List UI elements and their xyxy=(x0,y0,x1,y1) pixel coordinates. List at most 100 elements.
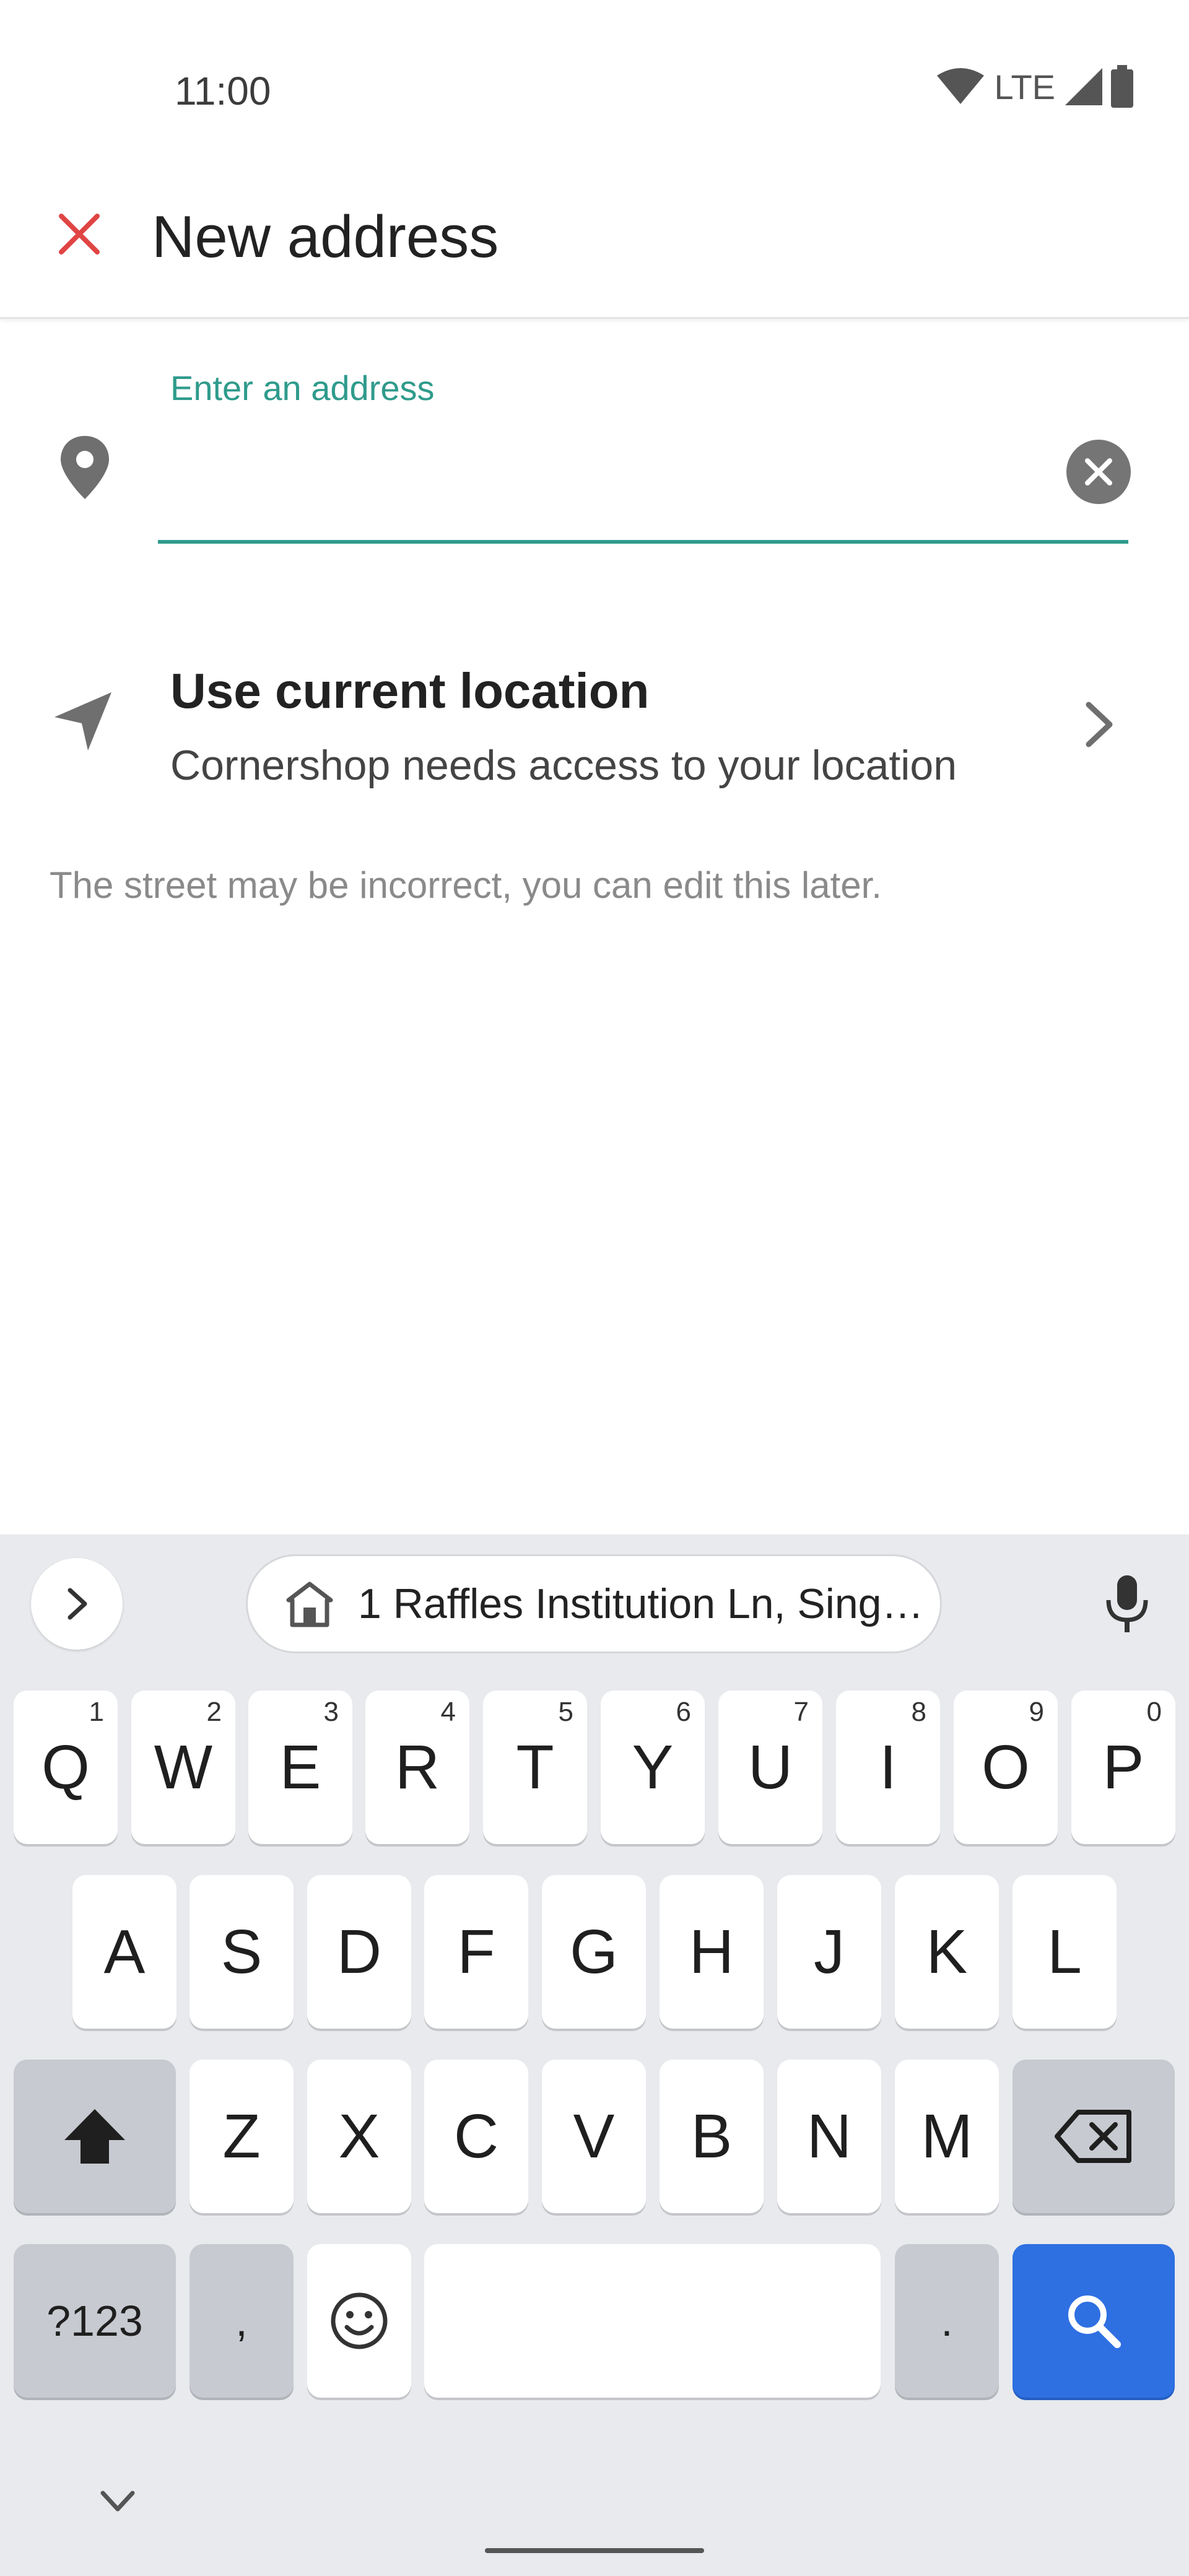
hide-keyboard-icon[interactable] xyxy=(93,2483,142,2520)
key-e[interactable]: 3E xyxy=(248,1690,352,1844)
comma-key[interactable]: , xyxy=(189,2244,294,2398)
key-p[interactable]: 0P xyxy=(1071,1690,1175,1844)
key-n[interactable]: N xyxy=(777,2060,881,2213)
key-j[interactable]: J xyxy=(777,1875,881,2029)
clear-icon xyxy=(1085,458,1112,485)
backspace-icon xyxy=(1055,2110,1131,2163)
key-label: Z xyxy=(222,2101,261,2171)
key-s[interactable]: S xyxy=(189,1875,294,2029)
key-label: S xyxy=(220,1917,263,1986)
key-z[interactable]: Z xyxy=(189,2060,294,2213)
address-input[interactable] xyxy=(158,433,1058,528)
current-location-title: Use current location xyxy=(170,663,650,718)
key-label: H xyxy=(689,1917,734,1986)
network-type: LTE xyxy=(994,67,1055,107)
key-label: U xyxy=(747,1732,793,1802)
backspace-key[interactable] xyxy=(1013,2060,1175,2213)
key-y[interactable]: 6Y xyxy=(601,1690,705,1844)
page-title: New address xyxy=(152,204,499,270)
status-time: 11:00 xyxy=(175,69,271,113)
key-v[interactable]: V xyxy=(542,2060,646,2213)
suggestion-text: 1 Raffles Institution Ln, Sing… xyxy=(358,1580,924,1627)
key-label: Q xyxy=(41,1732,90,1802)
key-hint: 7 xyxy=(793,1697,809,1727)
key-x[interactable]: X xyxy=(307,2060,411,2213)
key-label: J xyxy=(814,1917,845,1986)
key-t[interactable]: 5T xyxy=(483,1690,587,1844)
key-label: G xyxy=(570,1917,618,1986)
address-input-underline xyxy=(158,540,1128,544)
street-hint-text: The street may be incorrect, you can edi… xyxy=(50,864,882,906)
key-label: C xyxy=(453,2101,499,2171)
space-key[interactable] xyxy=(424,2244,881,2398)
key-hint: 2 xyxy=(206,1697,222,1727)
key-w[interactable]: 2W xyxy=(131,1690,235,1844)
current-location-subtitle: Cornershop needs access to your location xyxy=(170,742,957,789)
key-label: F xyxy=(457,1917,495,1986)
key-hint: 8 xyxy=(911,1697,926,1727)
key-label: X xyxy=(338,2101,380,2171)
home-icon xyxy=(286,1582,333,1627)
key-label: T xyxy=(516,1732,554,1802)
key-label: E xyxy=(279,1732,321,1802)
close-button[interactable] xyxy=(50,204,109,264)
key-label: N xyxy=(806,2101,852,2171)
address-suggestion-chip[interactable]: 1 Raffles Institution Ln, Sing… xyxy=(246,1554,942,1653)
key-label: K xyxy=(926,1917,968,1986)
key-label: M xyxy=(921,2101,973,2171)
key-label: A xyxy=(103,1917,146,1986)
key-label: I xyxy=(879,1732,897,1802)
key-hint: 5 xyxy=(558,1697,573,1727)
key-label: V xyxy=(573,2101,615,2171)
key-label: W xyxy=(154,1732,213,1802)
emoji-icon xyxy=(331,2292,388,2349)
shift-icon xyxy=(64,2109,125,2164)
key-d[interactable]: D xyxy=(307,1875,411,2029)
search-icon xyxy=(1068,2295,1121,2348)
key-label: P xyxy=(1102,1732,1144,1802)
emoji-key[interactable] xyxy=(307,2244,411,2398)
key-m[interactable]: M xyxy=(895,2060,999,2213)
key-a[interactable]: A xyxy=(72,1875,176,2029)
shift-key[interactable] xyxy=(14,2060,176,2213)
chevron-right-icon xyxy=(68,1588,87,1620)
key-l[interactable]: L xyxy=(1013,1875,1117,2029)
keyboard-menu-button[interactable] xyxy=(31,1558,123,1650)
navigation-arrow-icon xyxy=(54,692,111,751)
key-label: L xyxy=(1047,1917,1082,1986)
key-q[interactable]: 1Q xyxy=(14,1690,118,1844)
key-c[interactable]: C xyxy=(424,2060,528,2213)
key-g[interactable]: G xyxy=(542,1875,646,2029)
status-icons: LTE xyxy=(936,65,1135,108)
key-b[interactable]: B xyxy=(660,2060,764,2213)
key-k[interactable]: K xyxy=(895,1875,999,2029)
key-label: D xyxy=(336,1917,382,1986)
key-o[interactable]: 9O xyxy=(954,1690,1058,1844)
search-key[interactable] xyxy=(1013,2244,1175,2398)
key-label: ?123 xyxy=(46,2297,143,2345)
symbols-key[interactable]: ?123 xyxy=(14,2244,176,2398)
key-label: O xyxy=(982,1732,1030,1802)
key-r[interactable]: 4R xyxy=(365,1690,469,1844)
key-f[interactable]: F xyxy=(424,1875,528,2029)
close-icon xyxy=(59,214,100,255)
key-hint: 0 xyxy=(1146,1697,1162,1727)
microphone-icon xyxy=(1106,1575,1148,1632)
key-u[interactable]: 7U xyxy=(718,1690,822,1844)
key-hint: 3 xyxy=(323,1697,339,1727)
key-i[interactable]: 8I xyxy=(836,1690,940,1844)
battery-icon xyxy=(1111,65,1133,108)
key-hint: 4 xyxy=(440,1697,456,1727)
key-hint: 9 xyxy=(1029,1697,1044,1727)
key-label: R xyxy=(394,1732,440,1802)
period-key[interactable]: . xyxy=(895,2244,999,2398)
voice-input-button[interactable] xyxy=(1090,1567,1164,1641)
chevron-right-icon xyxy=(1086,702,1113,747)
clear-input-button[interactable] xyxy=(1066,440,1131,504)
key-h[interactable]: H xyxy=(660,1875,764,2029)
key-label: B xyxy=(690,2101,733,2171)
key-hint: 1 xyxy=(89,1697,104,1727)
address-field-label: Enter an address xyxy=(170,368,435,407)
key-label: . xyxy=(941,2297,953,2345)
home-indicator[interactable] xyxy=(485,2548,704,2553)
